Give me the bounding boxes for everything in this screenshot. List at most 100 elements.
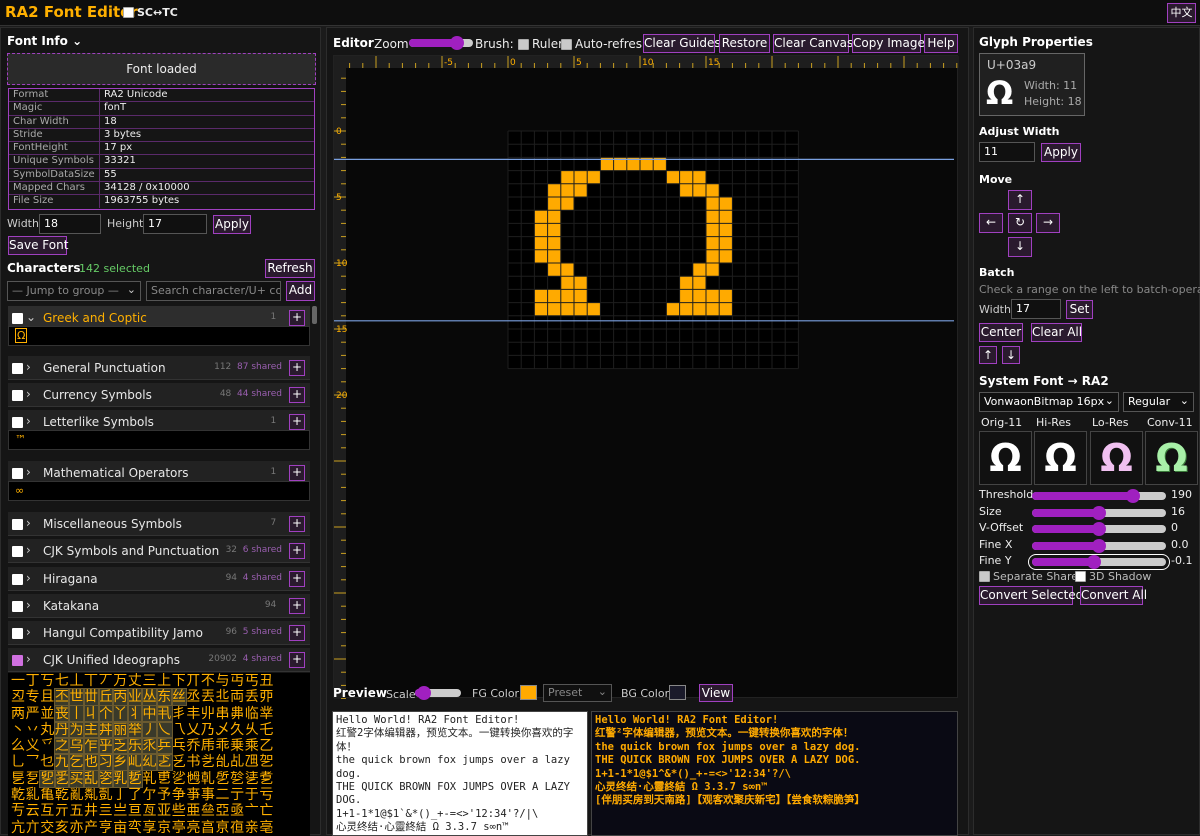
cjk-char[interactable]: 乥 (172, 754, 187, 770)
glyph-pixel[interactable] (719, 197, 733, 211)
cjk-char[interactable]: 丁 (26, 673, 41, 689)
cjk-char[interactable]: 乾 (11, 787, 26, 803)
cjk-char[interactable]: 举 (126, 720, 144, 739)
cjk-char[interactable]: 丈 (128, 673, 143, 689)
sctc-toggle[interactable]: SC↔TC (123, 6, 178, 19)
cjk-char[interactable]: 乎 (97, 737, 115, 756)
cjk-char[interactable]: 亃 (84, 787, 99, 803)
scale-knob[interactable] (417, 686, 431, 700)
glyph-pixel[interactable] (547, 236, 561, 250)
cjk-char[interactable]: 丹 (53, 720, 71, 739)
cjk-char[interactable]: 乞 (68, 753, 86, 772)
cjk-char[interactable]: 亁 (55, 787, 70, 803)
glyph-pixel[interactable] (706, 210, 720, 224)
cjk-char[interactable]: 丿 (141, 720, 159, 739)
cjk-char[interactable]: 互 (40, 803, 55, 819)
cjk-char[interactable]: 一 (11, 673, 26, 689)
cjk-char[interactable]: 事 (201, 787, 216, 803)
preview-input-textarea[interactable]: Hello World! RA2 Font Editor! 红警2字体编辑器，预… (332, 711, 588, 836)
cjk-char[interactable]: 为 (68, 720, 86, 739)
cjk-char[interactable]: 书 (186, 754, 201, 770)
group-row[interactable]: › CJK Unified Ideographs 20902 4 shared + (8, 648, 310, 672)
glyph-pixel[interactable] (692, 263, 706, 277)
cjk-char[interactable]: 乼 (245, 771, 260, 787)
cjk-char[interactable]: 亪 (128, 820, 143, 836)
cjk-char[interactable]: 乘 (245, 738, 260, 754)
glyph-pixel[interactable] (534, 223, 548, 237)
cjk-char[interactable]: 乑 (141, 737, 159, 756)
jump-to-group-select[interactable]: — Jump to group — ⌄ (7, 281, 141, 301)
cjk-char[interactable]: 丐 (245, 673, 260, 689)
clear-canvas-button[interactable]: Clear Canvas (773, 34, 853, 53)
group-sample-char[interactable]: ∞ (15, 484, 24, 497)
cjk-char[interactable]: 丵 (259, 706, 274, 722)
glyph-pixel[interactable] (679, 289, 693, 303)
slider-knob[interactable] (1092, 522, 1106, 536)
cjk-char[interactable]: 丨 (68, 704, 86, 723)
glyph-pixel[interactable] (719, 289, 733, 303)
cjk-char[interactable]: 万 (113, 673, 128, 689)
cjk-char[interactable]: 乨 (216, 754, 231, 770)
cjk-char[interactable]: 予 (157, 787, 172, 803)
cjk-char[interactable]: 丆 (99, 673, 114, 689)
cjk-char[interactable]: 乇 (259, 722, 274, 738)
cjk-char[interactable]: 亟 (230, 803, 245, 819)
cjk-char[interactable]: 丫 (112, 704, 129, 723)
cjk-char[interactable]: 么 (11, 738, 26, 754)
cjk-char[interactable]: 乩 (230, 754, 245, 770)
cjk-char[interactable]: 丅 (84, 673, 99, 689)
separate-shared-toggle[interactable]: Separate Shared (979, 570, 1085, 583)
cjk-char[interactable]: 了 (128, 787, 143, 803)
cjk-char[interactable]: 两 (11, 706, 26, 722)
add-group-button[interactable]: + (289, 516, 305, 532)
glyph-pixel[interactable] (547, 210, 561, 224)
cjk-char[interactable]: 亇 (142, 787, 157, 803)
chevron-right-icon[interactable]: › (26, 543, 31, 557)
cjk-char[interactable]: 丸 (40, 722, 55, 738)
glyph-pixel[interactable] (587, 170, 601, 184)
glyph-editor-canvas[interactable]: -5 0 5 10 15 0 5 10 15 20 (334, 56, 959, 699)
cjk-char[interactable]: 乃 (201, 722, 216, 738)
chevron-right-icon[interactable]: › (26, 516, 31, 530)
save-font-button[interactable]: Save Font (8, 236, 68, 255)
glyph-pixel[interactable] (679, 302, 693, 316)
cjk-char[interactable]: 乒 (156, 737, 173, 756)
conversion-slider[interactable] (1032, 489, 1166, 503)
glyph-pixel[interactable] (706, 183, 720, 197)
cjk-char[interactable]: 义 (26, 738, 41, 754)
cjk-char[interactable]: 丗 (83, 688, 100, 707)
glyph-pixel[interactable] (547, 223, 561, 237)
cjk-char[interactable]: 乮 (39, 769, 56, 788)
glyph-pixel[interactable] (534, 236, 548, 250)
add-group-button[interactable]: + (289, 360, 305, 376)
glyph-pixel[interactable] (679, 183, 693, 197)
cjk-char[interactable]: 亄 (99, 787, 114, 803)
glyph-pixel[interactable] (706, 302, 720, 316)
glyph-pixel[interactable] (706, 289, 720, 303)
cjk-char[interactable]: 乐 (126, 737, 144, 756)
cjk-char[interactable]: 乢 (126, 753, 144, 772)
add-group-button[interactable]: + (289, 310, 305, 326)
cjk-char[interactable]: 亨 (99, 820, 114, 836)
cjk-char[interactable]: 享 (142, 820, 157, 836)
cjk-char[interactable]: 且 (40, 689, 55, 705)
cjk-char[interactable]: 亊 (186, 787, 201, 803)
slider-knob[interactable] (1092, 538, 1106, 553)
cjk-char[interactable]: 乺 (216, 771, 231, 787)
add-group-button[interactable]: + (289, 543, 305, 559)
font-height-input[interactable]: 17 (143, 214, 207, 234)
cjk-char[interactable]: 产 (84, 820, 99, 836)
glyph-pixel[interactable] (679, 170, 693, 184)
glyph-pixel[interactable] (706, 223, 720, 237)
cjk-char[interactable]: 亩 (113, 820, 128, 836)
cjk-char[interactable]: 乣 (141, 753, 159, 772)
move-down-button[interactable]: ↓ (1008, 237, 1032, 257)
cjk-char[interactable]: 亐 (11, 803, 26, 819)
cjk-char[interactable]: 交 (40, 820, 55, 836)
cjk-char[interactable]: 丠 (216, 689, 231, 705)
glyph-pixel[interactable] (534, 249, 548, 263)
cjk-char[interactable]: 丳 (230, 706, 245, 722)
cjk-char[interactable]: 丏 (230, 673, 245, 689)
separate-shared-checkbox[interactable] (979, 571, 990, 582)
cjk-char[interactable]: 上 (157, 673, 172, 689)
